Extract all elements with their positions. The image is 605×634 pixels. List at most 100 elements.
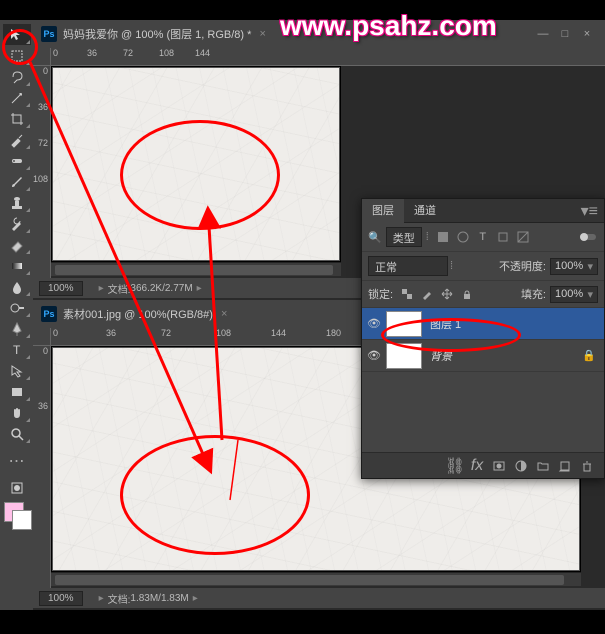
- lock-position-icon[interactable]: [438, 285, 456, 303]
- doc1-canvas[interactable]: [51, 66, 341, 262]
- tools-panel: T ⋯: [0, 20, 33, 610]
- ruler-tick-label: 108: [33, 174, 48, 184]
- filter-pixel-icon[interactable]: [434, 228, 452, 246]
- crop-tool[interactable]: [3, 108, 31, 129]
- filter-shape-icon[interactable]: [494, 228, 512, 246]
- path-select-tool[interactable]: [3, 360, 31, 381]
- dodge-tool[interactable]: [3, 297, 31, 318]
- adjustment-icon[interactable]: [511, 456, 531, 476]
- group-icon[interactable]: [533, 456, 553, 476]
- ruler-corner: [33, 328, 51, 346]
- ps-icon: Ps: [41, 26, 57, 42]
- tab-channels[interactable]: 通道: [404, 199, 446, 223]
- ruler-tick-label: 108: [216, 328, 231, 338]
- ruler-tick-label: 180: [326, 328, 341, 338]
- rectangle-tool[interactable]: [3, 381, 31, 402]
- move-tool[interactable]: [3, 24, 31, 45]
- trash-icon[interactable]: [577, 456, 597, 476]
- status-arrow-icon[interactable]: ▸: [99, 283, 104, 294]
- spot-heal-tool[interactable]: [3, 150, 31, 171]
- doc1-ruler-horizontal[interactable]: 0 36 72 108 144: [51, 48, 605, 66]
- link-layers-icon[interactable]: ⛓: [445, 456, 465, 476]
- layer-name[interactable]: 背景: [430, 348, 452, 364]
- filter-type-select[interactable]: 类型: [386, 227, 422, 247]
- layer-name[interactable]: 图层 1: [430, 316, 461, 332]
- ruler-tick-label: 108: [159, 48, 174, 58]
- filter-smart-icon[interactable]: [514, 228, 532, 246]
- history-brush-tool[interactable]: [3, 213, 31, 234]
- doc2-status-value: 1.83M/1.83M: [130, 593, 188, 604]
- ruler-tick-label: 0: [53, 48, 58, 58]
- blend-mode-select[interactable]: 正常: [368, 256, 448, 276]
- doc2-status-label: 文档:: [108, 591, 131, 606]
- layer-row[interactable]: 👁 背景 🔒: [362, 340, 604, 372]
- quick-mask-button[interactable]: [3, 477, 31, 498]
- doc2-ruler-vertical[interactable]: 0 36: [33, 346, 51, 588]
- layer-filter-row: 🔍 类型 ⁞ T: [362, 223, 604, 252]
- doc1-zoom-value[interactable]: 100%: [39, 281, 83, 296]
- doc2-status-bar: 100% ▸ 文档: 1.83M/1.83M ▸: [33, 588, 605, 608]
- status-menu-icon[interactable]: ▸: [197, 283, 202, 294]
- panel-tabs: 图层 通道 ▾≡: [362, 199, 604, 223]
- filter-type-icon[interactable]: T: [474, 228, 492, 246]
- doc1-tab-close[interactable]: ×: [259, 28, 265, 40]
- layer-thumbnail[interactable]: [386, 311, 422, 337]
- filter-icon: 🔍: [368, 231, 382, 244]
- pen-tool[interactable]: [3, 318, 31, 339]
- brush-tool[interactable]: [3, 171, 31, 192]
- new-layer-icon[interactable]: [555, 456, 575, 476]
- status-menu-icon[interactable]: ▸: [193, 593, 198, 604]
- doc1-maximize[interactable]: □: [555, 26, 575, 42]
- background-swatch[interactable]: [12, 510, 32, 530]
- lock-transparency-icon[interactable]: [398, 285, 416, 303]
- doc1-ruler-vertical[interactable]: 0 36 72 108: [33, 66, 51, 278]
- eraser-tool[interactable]: [3, 234, 31, 255]
- ruler-tick-label: 36: [38, 401, 48, 411]
- ruler-tick-label: 144: [271, 328, 286, 338]
- ruler-tick-label: 72: [123, 48, 133, 58]
- edit-toolbar-button[interactable]: ⋯: [3, 450, 31, 471]
- blur-tool[interactable]: [3, 276, 31, 297]
- marquee-tool[interactable]: [3, 45, 31, 66]
- color-swatches[interactable]: [0, 498, 33, 534]
- doc2-scrollbar-h[interactable]: [51, 572, 581, 586]
- doc2-zoom-value[interactable]: 100%: [39, 591, 83, 606]
- ruler-tick-label: 144: [195, 48, 210, 58]
- ruler-tick-label: 0: [43, 66, 48, 76]
- lock-label: 锁定:: [368, 286, 393, 302]
- filter-toggle-switch[interactable]: [579, 228, 597, 246]
- zoom-tool[interactable]: [3, 423, 31, 444]
- opacity-value[interactable]: 100%▾: [550, 258, 598, 275]
- ruler-tick-label: 72: [161, 328, 171, 338]
- hand-tool[interactable]: [3, 402, 31, 423]
- layer-row[interactable]: 👁 图层 1: [362, 308, 604, 340]
- fill-value[interactable]: 100%▾: [550, 286, 598, 303]
- lock-pixels-icon[interactable]: [418, 285, 436, 303]
- lock-all-icon[interactable]: [458, 285, 476, 303]
- stamp-tool[interactable]: [3, 192, 31, 213]
- doc1-scrollbar-h[interactable]: [51, 262, 341, 276]
- type-tool[interactable]: T: [3, 339, 31, 360]
- watermark-text: www.psahz.com: [280, 10, 497, 42]
- visibility-toggle-icon[interactable]: 👁: [362, 349, 386, 362]
- doc2-title-text: 素材001.jpg @ 100%(RGB/8#): [63, 306, 213, 322]
- visibility-toggle-icon[interactable]: 👁: [362, 317, 386, 330]
- doc1-title-text: 妈妈我爱你 @ 100% (图层 1, RGB/8) *: [63, 26, 251, 42]
- eyedropper-tool[interactable]: [3, 129, 31, 150]
- doc1-close[interactable]: ×: [577, 26, 597, 42]
- lasso-tool[interactable]: [3, 66, 31, 87]
- doc1-minimize[interactable]: —: [533, 26, 553, 42]
- layers-panel-footer: ⛓ fx: [362, 452, 604, 478]
- tab-layers[interactable]: 图层: [362, 199, 404, 223]
- status-arrow-icon[interactable]: ▸: [99, 593, 104, 604]
- layer-thumbnail[interactable]: [386, 343, 422, 369]
- fx-icon[interactable]: fx: [467, 456, 487, 476]
- filter-adjust-icon[interactable]: [454, 228, 472, 246]
- magic-wand-tool[interactable]: [3, 87, 31, 108]
- doc2-tab-close[interactable]: ×: [221, 308, 227, 320]
- doc1-status-label: 文档:: [108, 281, 131, 296]
- mask-icon[interactable]: [489, 456, 509, 476]
- panel-menu-button[interactable]: ▾≡: [575, 201, 604, 221]
- doc1-status-value: 366.2K/2.77M: [130, 283, 192, 294]
- gradient-tool[interactable]: [3, 255, 31, 276]
